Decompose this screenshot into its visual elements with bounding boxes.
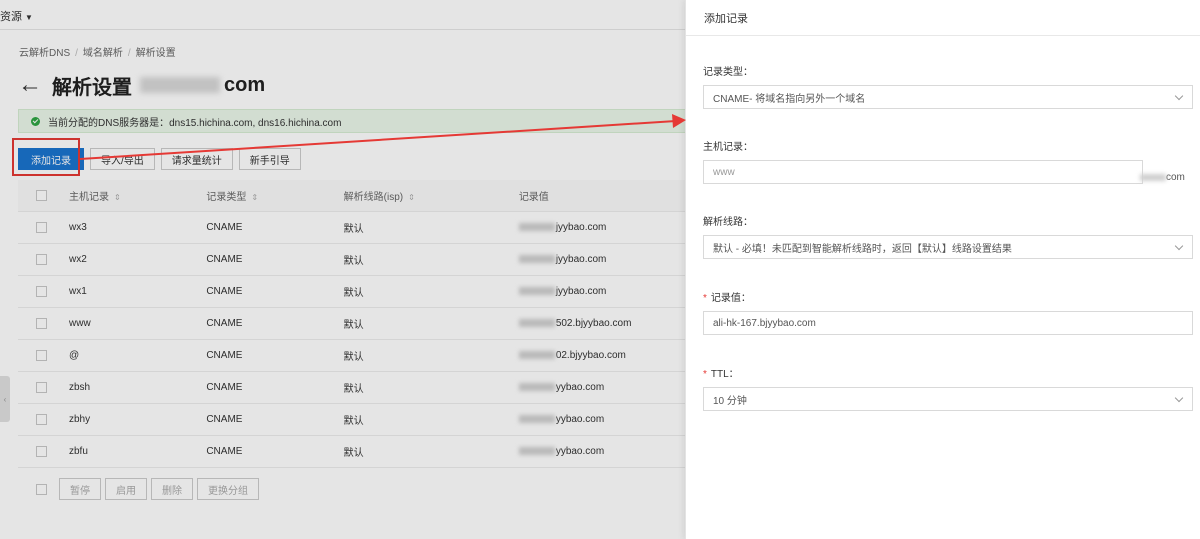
host-record-suffix: com	[1140, 172, 1185, 183]
ttl-label: * TTL：	[703, 369, 739, 380]
chevron-down-icon	[1174, 393, 1184, 402]
chevron-down-icon	[1174, 91, 1184, 100]
line-value: 默认 - 必填！未匹配到智能解析线路时，返回【默认】线路设置结果	[713, 243, 1012, 255]
record-value-label: * 记录值：	[703, 293, 751, 304]
ttl-value: 10 分钟	[713, 395, 747, 407]
host-record-label: 主机记录：	[703, 142, 753, 153]
line-select[interactable]: 默认 - 必填！未匹配到智能解析线路时，返回【默认】线路设置结果	[703, 235, 1193, 259]
blurred-domain	[1140, 174, 1166, 181]
record-value-text: ali-hk-167.bjyybao.com	[713, 317, 816, 329]
host-record-input[interactable]: www	[703, 160, 1143, 184]
record-type-value: CNAME- 将域名指向另外一个域名	[713, 93, 866, 105]
record-type-label: 记录类型：	[703, 67, 753, 78]
chevron-down-icon	[1174, 241, 1184, 250]
host-record-placeholder: www	[713, 166, 735, 178]
modal-overlay[interactable]	[0, 0, 685, 539]
drawer-title: 添加记录	[686, 0, 1200, 36]
ttl-select[interactable]: 10 分钟	[703, 387, 1193, 411]
record-value-input[interactable]: ali-hk-167.bjyybao.com	[703, 311, 1193, 335]
add-record-drawer: 添加记录 记录类型： CNAME- 将域名指向另外一个域名 主机记录： www …	[685, 0, 1200, 539]
line-label: 解析线路：	[703, 217, 753, 228]
record-type-select[interactable]: CNAME- 将域名指向另外一个域名	[703, 85, 1193, 109]
